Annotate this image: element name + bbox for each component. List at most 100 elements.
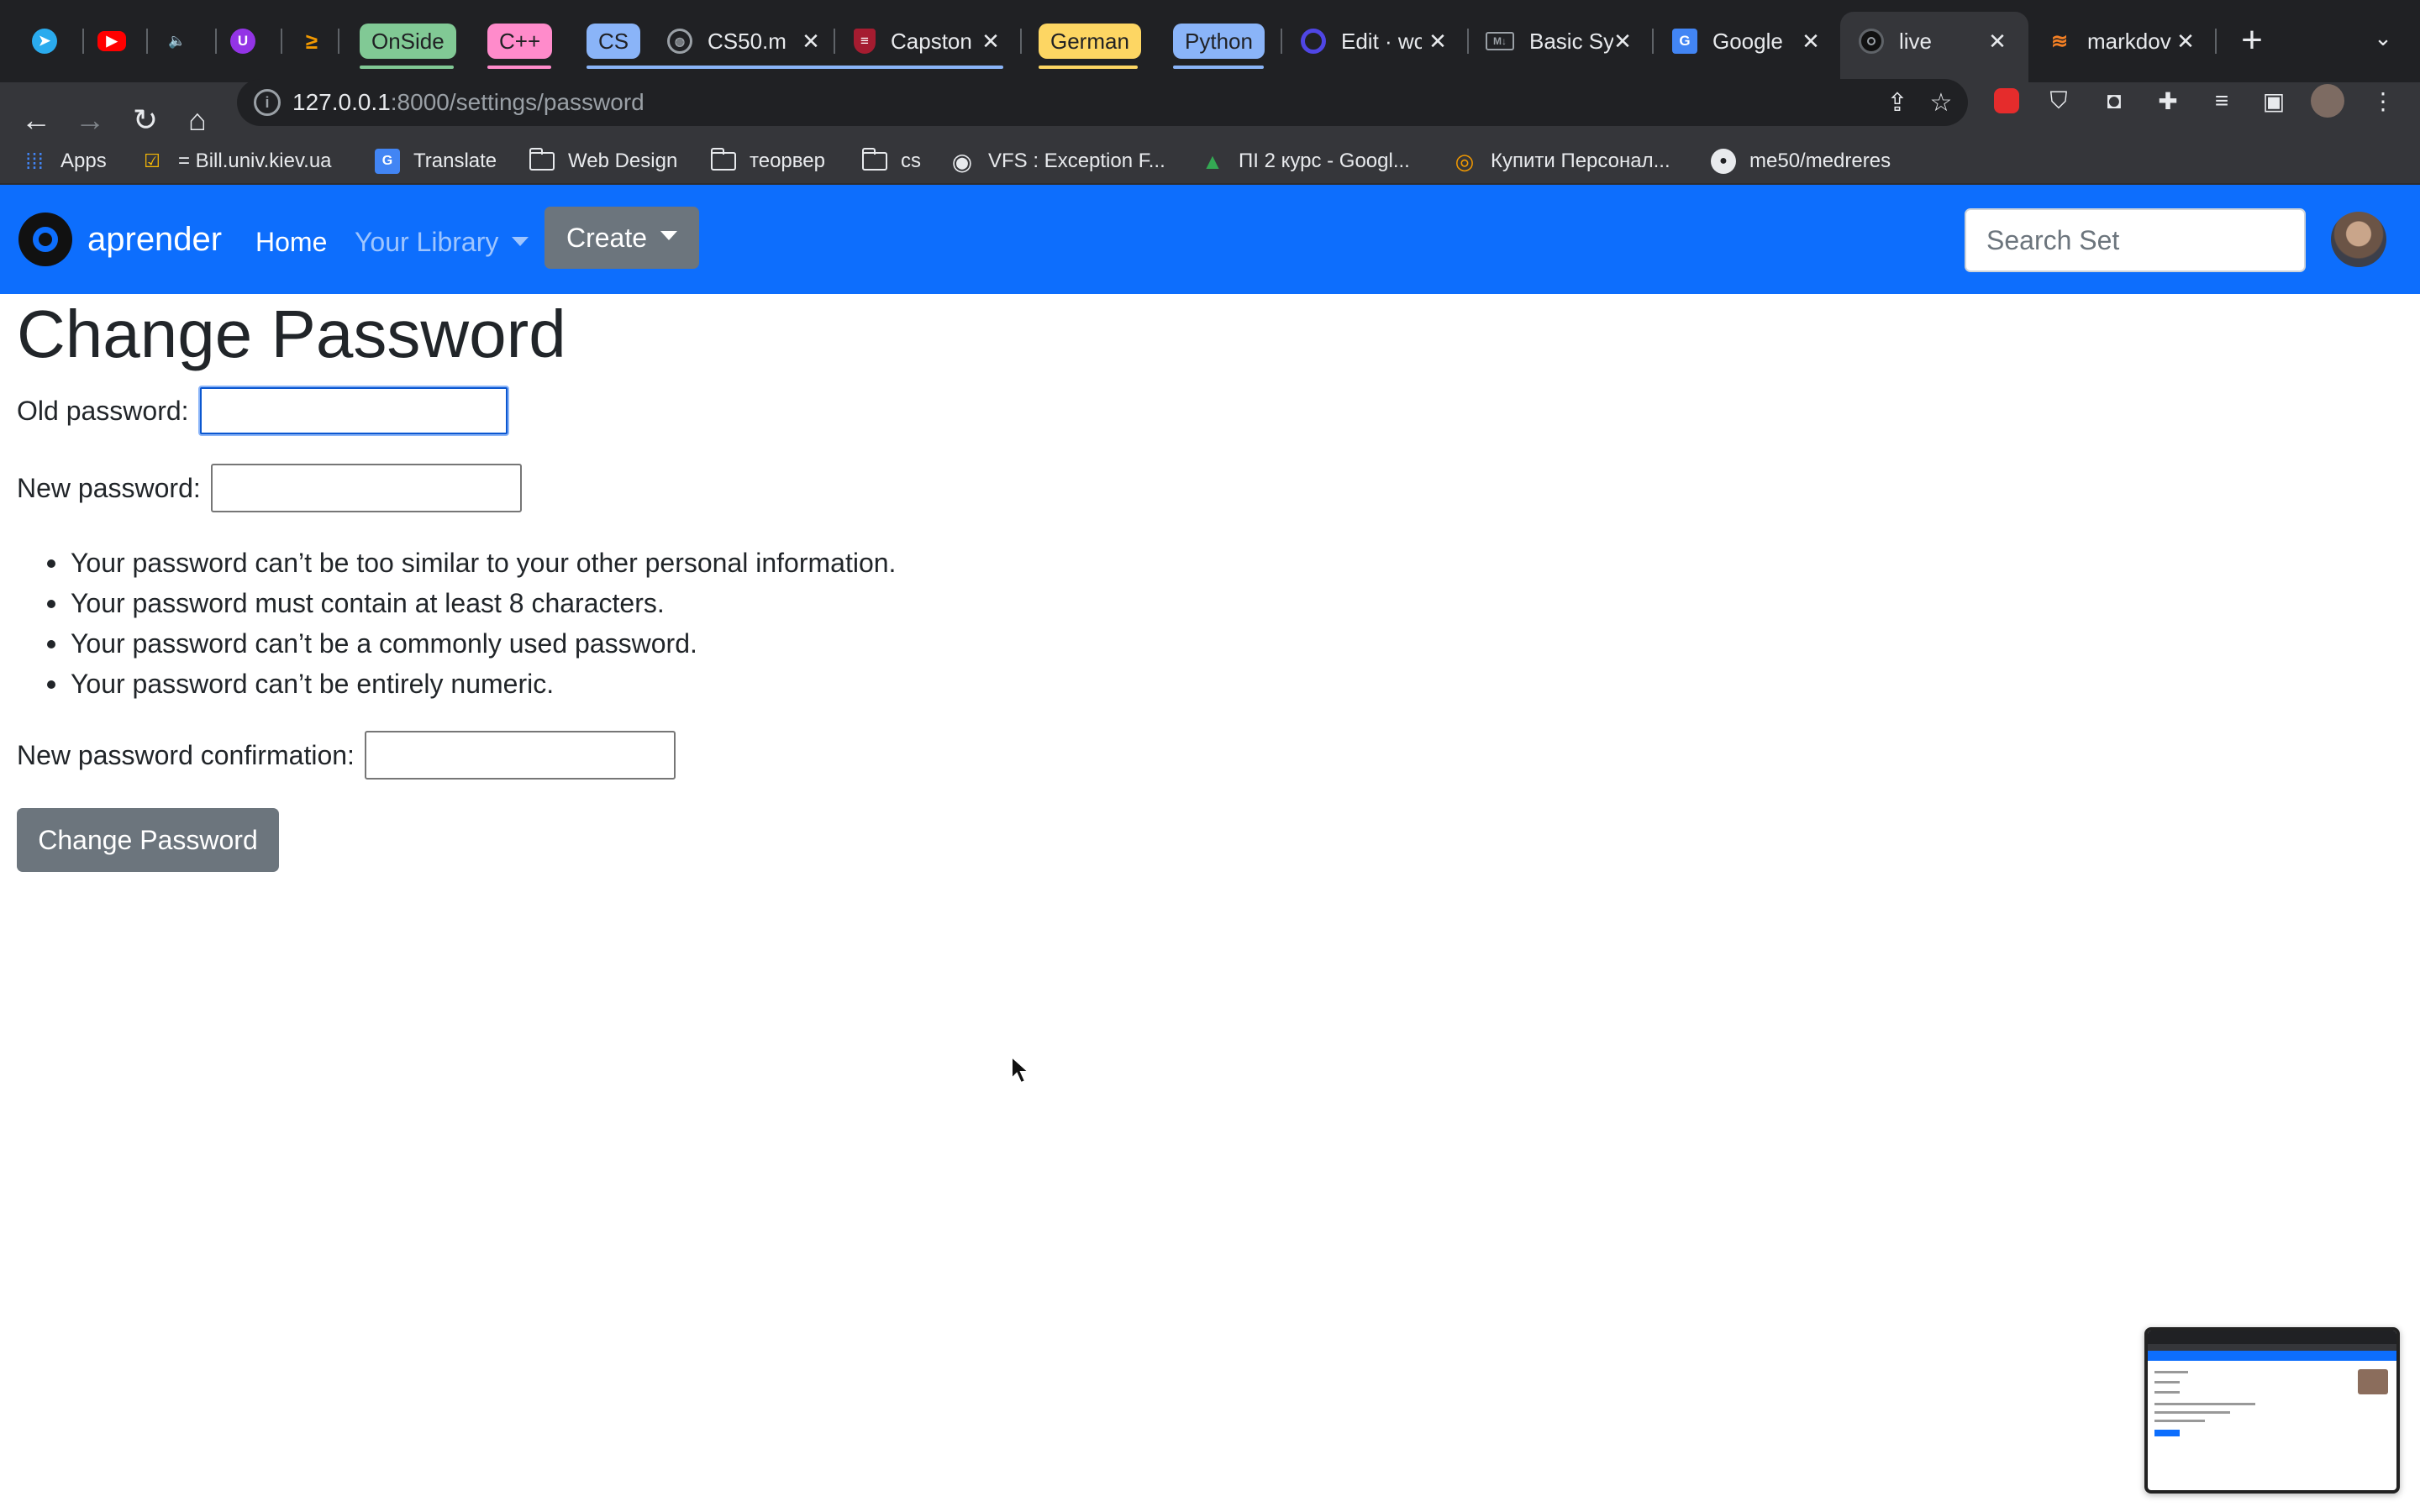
nav-your-library-dropdown[interactable]: Your Library — [355, 227, 529, 258]
speaker-icon: 🔈 — [168, 33, 187, 49]
tab-group-onside[interactable]: OnSide — [360, 24, 456, 59]
brand-name: aprender — [87, 220, 223, 258]
tab-separator — [1281, 29, 1282, 54]
tab-markdown[interactable]: ≋ markdov ✕ — [2047, 18, 2200, 64]
checklist-icon: ☑ — [144, 150, 160, 171]
aprender-logo-icon — [18, 213, 72, 266]
old-password-label: Old password: — [17, 395, 189, 426]
home-button[interactable]: ⌂ — [176, 99, 218, 141]
tab-youtube[interactable]: ▶ — [97, 18, 131, 64]
google-translate-icon: G — [1672, 29, 1697, 54]
tab-group-cpp[interactable]: C++ — [487, 24, 553, 59]
new-tab-button[interactable]: + — [2235, 22, 2269, 60]
tab-group-label: Python — [1185, 28, 1253, 54]
tab-group-label: C++ — [499, 28, 541, 54]
bookmark-teorver[interactable]: теорвер — [711, 144, 825, 178]
tab-audio[interactable]: 🔈 — [165, 18, 198, 64]
tab-separator — [338, 29, 339, 54]
browser-menu-icon[interactable]: ⋮ — [2366, 84, 2400, 118]
bookmark-translate[interactable]: G Translate — [375, 144, 497, 178]
tab-telegram[interactable]: ➤ — [32, 18, 66, 64]
aprender-icon — [1859, 29, 1884, 54]
shield-extension-icon[interactable]: ⛉ — [2042, 84, 2075, 118]
tab-group-underline — [1173, 66, 1264, 69]
bookmark-pi-2-kurs[interactable]: ▲ ПІ 2 курс - Googl... — [1200, 144, 1410, 178]
back-button[interactable]: ← — [15, 99, 57, 141]
tab-edit[interactable]: Edit · wc ✕ — [1301, 18, 1452, 64]
tab-arrow[interactable]: ≥ — [299, 18, 333, 64]
brand-link[interactable]: aprender — [18, 213, 222, 266]
close-icon[interactable]: ✕ — [1983, 27, 2012, 55]
tab-title: Basic Sy — [1529, 28, 1613, 54]
screenshot-thumbnail[interactable] — [2144, 1327, 2400, 1494]
bookmark-bill[interactable]: ☑ = Bill.univ.kiev.ua — [139, 144, 331, 178]
tab-capstone[interactable]: ≡ Capston ✕ — [854, 18, 1005, 64]
close-icon[interactable]: ✕ — [1797, 27, 1825, 55]
camera-extension-icon[interactable]: ◘ — [2097, 84, 2131, 118]
old-password-input[interactable] — [197, 386, 509, 436]
tab-group-python[interactable]: Python — [1173, 24, 1265, 59]
bookmark-web-design[interactable]: Web Design — [529, 144, 677, 178]
tab-separator — [2215, 29, 2217, 54]
bookmark-apps[interactable]: ⁞⁞⁞ Apps — [22, 144, 107, 178]
close-icon[interactable]: ✕ — [1608, 27, 1637, 55]
extensions-puzzle-icon[interactable]: ✚ — [2151, 84, 2185, 118]
bookmark-label: Apps — [60, 150, 107, 172]
bookmark-cs[interactable]: cs — [862, 144, 921, 178]
create-button-label: Create — [566, 222, 648, 253]
tab-group-cs[interactable]: CS — [587, 24, 641, 59]
media-control-icon[interactable]: ≡ — [2205, 84, 2238, 118]
u-icon: U — [230, 29, 255, 54]
tab-separator — [1467, 29, 1469, 54]
tab-search-chevron-icon[interactable]: ⌄ — [2366, 25, 2400, 59]
tab-separator — [82, 29, 84, 54]
user-avatar[interactable] — [2331, 212, 2386, 267]
close-icon[interactable]: ✕ — [976, 27, 1005, 55]
close-icon[interactable]: ✕ — [2171, 27, 2200, 55]
harvard-shield-icon: ≡ — [854, 29, 876, 54]
forward-button[interactable]: → — [69, 99, 111, 141]
address-bar[interactable]: i 127.0.0.1:8000/settings/password ⇪ ☆ — [237, 79, 1968, 126]
tab-u[interactable]: U — [230, 18, 264, 64]
folder-icon — [529, 148, 555, 171]
nav-home-link[interactable]: Home — [255, 227, 327, 258]
tab-live[interactable]: live ✕ — [1859, 18, 2012, 64]
bookmark-label: cs — [901, 150, 921, 172]
bookmark-star-icon[interactable]: ☆ — [1926, 87, 1956, 118]
github-icon: ● — [1711, 149, 1736, 174]
create-dropdown-button[interactable]: Create — [544, 207, 699, 269]
reload-button[interactable]: ↻ — [124, 99, 166, 141]
bookmark-kupyty[interactable]: ◎ Купити Персонал... — [1452, 144, 1670, 178]
caret-down-icon — [512, 237, 529, 247]
google-translate-icon: G — [375, 149, 400, 174]
new-password-row: New password: — [17, 464, 522, 512]
fingerprint-icon: ◎ — [1455, 148, 1475, 174]
list-item: Your password can’t be entirely numeric. — [40, 665, 896, 706]
profile-avatar[interactable] — [2311, 84, 2344, 118]
search-set-input[interactable] — [1965, 208, 2306, 272]
change-password-button[interactable]: Change Password — [17, 808, 279, 872]
tab-cs50[interactable]: ◍ CS50.m ✕ — [667, 18, 825, 64]
bookmark-github[interactable]: ● me50/medreres — [1711, 144, 1891, 178]
thumbnail-button — [2154, 1430, 2180, 1436]
close-icon[interactable]: ✕ — [1423, 27, 1452, 55]
close-icon[interactable]: ✕ — [797, 27, 825, 55]
adblock-extension-icon[interactable] — [1990, 84, 2023, 118]
tab-basic-syntax[interactable]: M↓ Basic Sy ✕ — [1486, 18, 1637, 64]
side-panel-icon[interactable]: ▣ — [2257, 84, 2291, 118]
confirm-password-input[interactable] — [364, 731, 676, 780]
bookmark-vfs[interactable]: ◉ VFS : Exception F... — [950, 144, 1165, 178]
new-password-input[interactable] — [210, 464, 522, 512]
nav-your-library-label: Your Library — [355, 227, 499, 257]
share-icon[interactable]: ⇪ — [1882, 87, 1912, 118]
confirm-password-label: New password confirmation: — [17, 739, 355, 770]
site-info-icon[interactable]: i — [254, 89, 281, 116]
tab-google[interactable]: G Google ✕ — [1672, 18, 1825, 64]
app-navbar: aprender Home Your Library Create — [0, 185, 2420, 294]
tab-separator — [281, 29, 282, 54]
bookmark-label: Web Design — [568, 150, 678, 172]
tab-separator — [215, 29, 217, 54]
confirm-password-row: New password confirmation: — [17, 731, 676, 780]
tab-group-german[interactable]: German — [1039, 24, 1141, 59]
password-rules-list: Your password can’t be too similar to yo… — [40, 544, 896, 706]
